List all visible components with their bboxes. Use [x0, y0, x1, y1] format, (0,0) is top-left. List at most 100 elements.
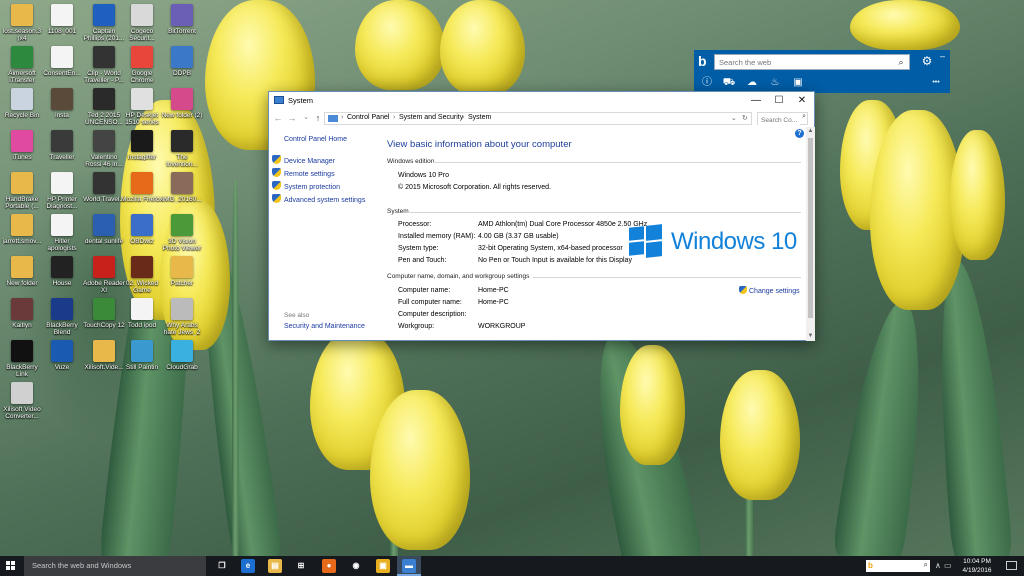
desktop-icon[interactable]: Recycle Bin: [0, 88, 44, 119]
task-view-icon[interactable]: ❐: [215, 559, 229, 573]
bing-logo-icon[interactable]: b: [698, 53, 712, 69]
control-panel-search-box[interactable]: ⌕: [757, 112, 808, 126]
title-bar[interactable]: System — ☐ ✕: [269, 92, 814, 110]
shield-icon: [272, 181, 281, 190]
scroll-down-icon[interactable]: ▼: [806, 332, 815, 341]
bing-minimize-button[interactable]: –: [940, 52, 948, 61]
bing-search-box[interactable]: ⌕: [714, 54, 910, 70]
desktop-icon[interactable]: Xilisoft Video Converter...: [0, 382, 44, 420]
ddpb-icon: [171, 46, 193, 68]
windows-edition-header: Windows edition: [387, 158, 435, 165]
address-dropdown-icon[interactable]: ⌄: [731, 114, 737, 122]
desktop-icon[interactable]: Todd ipod: [120, 298, 164, 329]
webcam-icon[interactable]: ◉: [349, 559, 363, 573]
bing-info-icon[interactable]: ⓘ: [700, 76, 714, 90]
desktop-icon[interactable]: HP Printer Diagnost...: [40, 172, 84, 210]
vertical-scrollbar[interactable]: ▲ ▼: [806, 127, 815, 341]
desktop-icon[interactable]: Still Paintin: [120, 340, 164, 371]
desktop-icon[interactable]: Why Arabs hate Jews_2: [160, 298, 204, 336]
tray-overflow-icon[interactable]: ∧: [935, 561, 941, 570]
image-icon: [171, 172, 193, 194]
desktop-icon[interactable]: Google Chrome: [120, 46, 164, 84]
document-icon: [171, 298, 193, 320]
security-and-maintenance-link[interactable]: Security and Maintenance: [284, 323, 365, 330]
refresh-icon[interactable]: ↻: [742, 114, 748, 122]
scroll-up-icon[interactable]: ▲: [806, 127, 815, 136]
forward-arrow-icon[interactable]: →: [287, 113, 297, 123]
bing-news-icon[interactable]: ⛟: [722, 76, 736, 90]
desktop-icon[interactable]: Aimersoft iTransfer: [0, 46, 44, 84]
taskbar-search-box[interactable]: Search the web and Windows: [24, 556, 206, 576]
bing-more-button[interactable]: •••: [926, 76, 946, 90]
desktop-icon[interactable]: Instagiffer: [120, 130, 164, 161]
advanced-system-settings-link[interactable]: Advanced system settings: [272, 194, 365, 204]
maximize-button[interactable]: ☐: [768, 93, 790, 109]
desktop-icon[interactable]: BlackBerry Link: [0, 340, 44, 378]
desktop-icon[interactable]: insta: [40, 88, 84, 119]
desktop-icon[interactable]: HP Deskjet 1510 series: [120, 88, 164, 126]
address-bar[interactable]: › Control Panel › System and Security › …: [324, 112, 752, 125]
desktop-icon[interactable]: Mozilla Firefox: [120, 172, 164, 203]
firefox-icon[interactable]: ●: [322, 559, 336, 573]
bing-gear-icon[interactable]: ⚙: [920, 54, 934, 68]
taskbar-clock[interactable]: 10:04 PM 4/19/2016: [956, 557, 998, 575]
remote-settings-link[interactable]: Remote settings: [272, 168, 335, 178]
control-panel-search-input[interactable]: [758, 115, 800, 126]
desktop-icon[interactable]: OBDwiz: [120, 214, 164, 245]
battery-icon[interactable]: ▭: [944, 561, 952, 570]
desktop-icon[interactable]: Cogeco Securit...: [120, 4, 164, 42]
breadcrumb-control-panel[interactable]: Control Panel: [347, 114, 389, 121]
system-window-icon[interactable]: ▬: [402, 559, 416, 573]
desktop-icon[interactable]: BitTorrent: [160, 4, 204, 35]
desktop-icon[interactable]: The Invention...: [160, 130, 204, 168]
recent-dropdown-icon[interactable]: ⌄: [301, 113, 311, 121]
desktop-icon[interactable]: 02. Wicked Game: [120, 256, 164, 294]
app-icon[interactable]: ▣: [376, 559, 390, 573]
scrollbar-thumb[interactable]: [808, 138, 813, 318]
desktop-icon[interactable]: Patcher: [160, 256, 204, 287]
desktop-icon[interactable]: HandBrake Portable (...: [0, 172, 44, 210]
desktop-icon[interactable]: ConsentEn...: [40, 46, 84, 77]
action-center-icon[interactable]: [1006, 561, 1017, 570]
bing-image-icon[interactable]: ▣: [791, 76, 805, 90]
breadcrumb-system-and-security[interactable]: System and Security: [399, 114, 463, 121]
bing-weather-icon[interactable]: ☁: [745, 76, 759, 90]
system-protection-link[interactable]: System protection: [272, 181, 340, 191]
control-panel-home-link[interactable]: Control Panel Home: [284, 136, 347, 143]
desktop-icon[interactable]: IMG_20160...: [160, 172, 204, 203]
store-icon[interactable]: ⊞: [294, 559, 308, 573]
bing-search-input[interactable]: [715, 55, 893, 69]
desktop-icon[interactable]: New folder (2): [160, 88, 204, 119]
desktop-icon[interactable]: 3D Vision Photo Viewer: [160, 214, 204, 252]
desktop-icon[interactable]: iTunes: [0, 130, 44, 161]
bing-trending-icon[interactable]: ♨: [768, 76, 782, 90]
desktop-icon[interactable]: DDPB: [160, 46, 204, 77]
start-windows-icon[interactable]: [6, 561, 16, 571]
desktop-icon[interactable]: BlackBerry Blend: [40, 298, 84, 336]
desktop-icon[interactable]: Vuze: [40, 340, 84, 371]
bing-search-icon[interactable]: ⌕: [894, 56, 908, 68]
minimize-button[interactable]: —: [745, 93, 767, 109]
desktop-icon[interactable]: CloudGrab: [160, 340, 204, 371]
desktop-icon[interactable]: Kaitlyn: [0, 298, 44, 329]
file-explorer-icon[interactable]: ▤: [268, 559, 282, 573]
search-icon[interactable]: ⌕: [924, 560, 928, 570]
back-arrow-icon[interactable]: ←: [273, 113, 283, 123]
device-manager-link[interactable]: Device Manager: [272, 155, 335, 165]
up-arrow-icon[interactable]: ↑: [313, 113, 323, 123]
change-settings-link[interactable]: Change settings: [739, 286, 800, 295]
desktop-icon[interactable]: lost.season.3 (x4: [0, 4, 44, 42]
search-icon[interactable]: ⌕: [802, 113, 806, 121]
help-icon[interactable]: ?: [795, 129, 804, 138]
desktop-icon[interactable]: House: [40, 256, 84, 287]
desktop-icon[interactable]: jarrett.smov...: [0, 214, 44, 245]
folder-icon: [171, 256, 193, 278]
bing-taskbar-search[interactable]: b ⌕: [866, 560, 930, 572]
desktop-icon[interactable]: 1108_001: [40, 4, 84, 35]
close-button[interactable]: ✕: [791, 93, 813, 109]
desktop-icon[interactable]: New folder: [0, 256, 44, 287]
edge-icon[interactable]: e: [241, 559, 255, 573]
desktop-icon[interactable]: Hitler apologists: [40, 214, 84, 252]
desktop-icon[interactable]: Traveller: [40, 130, 84, 161]
breadcrumb-system[interactable]: System: [468, 114, 491, 121]
